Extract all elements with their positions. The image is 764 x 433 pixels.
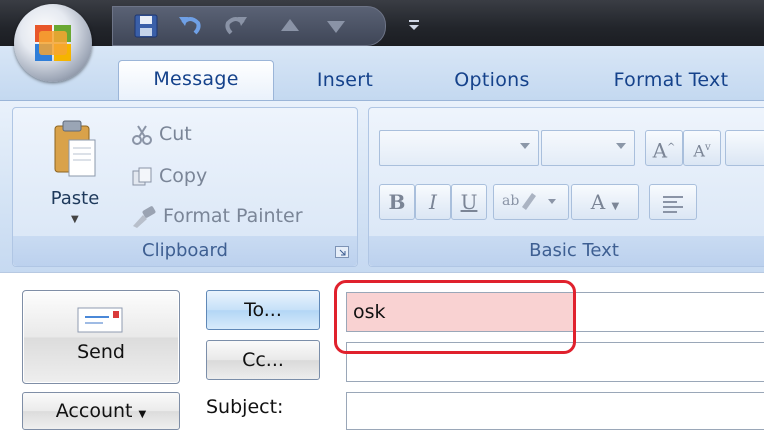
subject-field[interactable] xyxy=(346,392,764,430)
cut-label: Cut xyxy=(159,123,192,145)
customize-toolbar-icon[interactable] xyxy=(404,12,424,36)
ribbon-tab-strip: Message Insert Options Format Text xyxy=(0,46,764,102)
dialog-launcher-icon[interactable] xyxy=(335,246,349,258)
tab-options[interactable]: Options xyxy=(436,62,548,98)
grow-font-button[interactable]: A^ xyxy=(645,130,683,166)
send-button[interactable]: Send xyxy=(22,290,180,384)
undo-icon[interactable] xyxy=(175,11,205,41)
clear-formatting-button[interactable] xyxy=(725,130,764,166)
font-size-combo[interactable] xyxy=(541,130,635,166)
basic-text-group: A^ Av B I U ab A ▼ Basic Text xyxy=(368,107,764,267)
cc-button[interactable]: Cc... xyxy=(206,340,320,380)
align-left-icon xyxy=(663,195,683,213)
font-color-button[interactable]: A ▼ xyxy=(571,184,639,220)
clipboard-group: Paste ▼ Cut Copy Format Painter Clipboar… xyxy=(12,107,358,267)
bold-button[interactable]: B xyxy=(379,184,415,220)
highlight-annotation-box xyxy=(334,280,576,354)
account-button[interactable]: Account ▼ xyxy=(22,392,180,430)
next-item-icon[interactable] xyxy=(321,11,351,41)
chevron-down-icon xyxy=(520,143,530,149)
previous-item-icon[interactable] xyxy=(275,11,305,41)
office-button[interactable] xyxy=(14,4,92,82)
highlighter-icon: ab xyxy=(502,193,556,210)
format-painter-label: Format Painter xyxy=(163,205,303,227)
copy-icon xyxy=(132,167,152,185)
send-label: Send xyxy=(77,341,125,363)
align-left-button[interactable] xyxy=(649,184,697,220)
chevron-down-icon xyxy=(616,143,626,149)
title-bar xyxy=(0,0,764,46)
paste-dropdown-arrow[interactable]: ▼ xyxy=(71,214,79,225)
scissors-icon xyxy=(132,124,152,145)
chevron-down-icon: ▼ xyxy=(138,409,147,420)
copy-label: Copy xyxy=(159,165,208,187)
tab-format-text[interactable]: Format Text xyxy=(596,62,746,98)
cut-button[interactable]: Cut xyxy=(131,118,192,150)
format-painter-icon xyxy=(133,205,156,228)
font-name-combo[interactable] xyxy=(379,130,539,166)
basic-text-group-label: Basic Text xyxy=(369,236,764,266)
quick-access-toolbar xyxy=(112,6,386,46)
redo-icon[interactable] xyxy=(221,11,251,41)
svg-text:ab: ab xyxy=(502,193,519,209)
underline-button[interactable]: U xyxy=(451,184,487,220)
copy-button[interactable]: Copy xyxy=(131,160,207,192)
to-button[interactable]: To... xyxy=(206,290,320,330)
envelope-icon xyxy=(77,307,123,333)
format-painter-button[interactable]: Format Painter xyxy=(131,200,303,232)
italic-button[interactable]: I xyxy=(415,184,451,220)
tab-message[interactable]: Message xyxy=(118,60,274,101)
ribbon: Paste ▼ Cut Copy Format Painter Clipboar… xyxy=(0,100,764,273)
tab-insert[interactable]: Insert xyxy=(300,62,390,98)
subject-label: Subject: xyxy=(206,396,284,418)
highlight-button[interactable]: ab xyxy=(493,184,569,220)
office-logo-icon xyxy=(35,25,71,61)
paste-label: Paste xyxy=(50,188,100,209)
shrink-font-button[interactable]: Av xyxy=(683,130,721,166)
account-label: Account xyxy=(55,400,133,422)
paste-icon xyxy=(54,120,96,177)
clipboard-group-label: Clipboard xyxy=(13,236,357,266)
save-icon[interactable] xyxy=(131,11,161,41)
paste-button[interactable]: Paste ▼ xyxy=(35,116,115,234)
